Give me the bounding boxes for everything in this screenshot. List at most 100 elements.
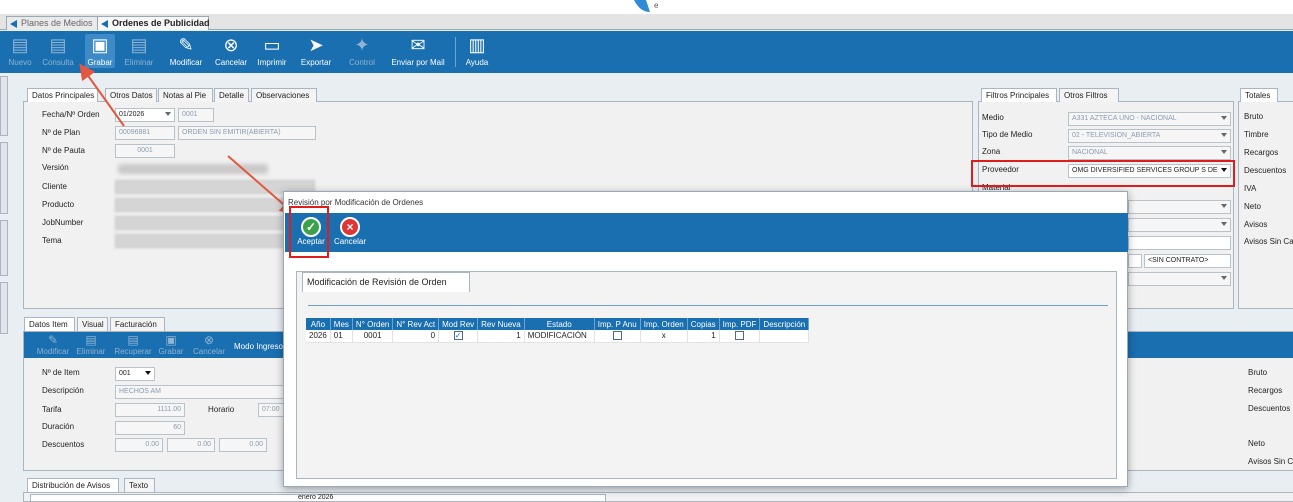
col-mes[interactable]: Mes	[330, 318, 353, 330]
tab-filtros-principales[interactable]: Filtros Principales	[981, 88, 1057, 102]
col-imp-pdf[interactable]: Imp. PDF	[719, 318, 761, 330]
control-button[interactable]: ✦ Control	[342, 34, 382, 68]
filtro-select-5[interactable]	[1128, 200, 1231, 214]
consulta-button[interactable]: ▤ Consulta	[40, 34, 76, 68]
col-rev-act[interactable]: N° Rev Act	[392, 318, 440, 330]
table-row[interactable]: 2026 01 0001 0 ✓ 1 MODIFICACIÓN x 1	[306, 330, 810, 343]
imprimir-button[interactable]: ▭ Imprimir	[252, 34, 292, 68]
tab-observaciones[interactable]: Observaciones	[251, 88, 317, 102]
cell-rev-act: 0	[392, 330, 440, 343]
jobnumber-redacted[interactable]	[115, 216, 285, 230]
medio-select[interactable]: A331 AZTECA UNO - NACIONAL	[1068, 112, 1231, 126]
total-recargos-label: Recargos	[1244, 148, 1279, 157]
producto-redacted[interactable]	[115, 198, 285, 212]
tab-modificacion-revision[interactable]: Modificación de Revisión de Orden	[302, 272, 470, 292]
cell-mod-rev[interactable]: ✓	[438, 330, 479, 343]
mod-rev-checkbox[interactable]: ✓	[453, 331, 463, 341]
tab-notas-al-pie[interactable]: Notas al Pie	[158, 88, 213, 102]
filtro-select-6[interactable]	[1128, 218, 1231, 232]
horario-field[interactable]: 07:00	[258, 403, 285, 417]
cell-imp-orden[interactable]: x	[640, 330, 688, 343]
imp-p-anu-checkbox[interactable]	[612, 331, 622, 341]
side-tabs	[0, 76, 8, 502]
descuento-1-field[interactable]: 0.00	[115, 438, 163, 452]
chevron-down-icon	[145, 371, 151, 375]
modificar-button[interactable]: ✎ Modificar	[162, 34, 210, 68]
tab-ordenes-de-publicidad[interactable]: Ordenes de Publicidad	[97, 16, 210, 30]
top-strip: e	[0, 0, 1293, 14]
imp-pdf-checkbox[interactable]	[735, 331, 745, 341]
cell-rev-nueva: 1	[477, 330, 525, 343]
col-imp-orden[interactable]: Imp. Orden	[640, 318, 688, 330]
item-recuperar-button[interactable]: ▤ Recuperar	[112, 333, 154, 357]
contrato-code-field[interactable]	[1128, 254, 1142, 268]
tab-totales[interactable]: Totales	[1240, 88, 1278, 102]
cell-imp-pdf[interactable]	[719, 330, 761, 343]
descripcion-field[interactable]: HECHOS AM	[115, 385, 285, 399]
nuevo-button[interactable]: ▤ Nuevo	[4, 34, 36, 68]
tema-redacted[interactable]	[115, 234, 285, 248]
descuentos-label: Descuentos	[42, 440, 85, 449]
item-cancelar-button[interactable]: ⊗ Cancelar	[190, 333, 228, 357]
orden-field[interactable]: 0001	[178, 108, 214, 122]
tarifa-field[interactable]: 1111.00	[115, 403, 185, 417]
item-bruto-label: Bruto	[1248, 368, 1268, 377]
calendar-month-label: enero 2026	[298, 494, 334, 501]
col-anio[interactable]: Año	[306, 318, 331, 330]
col-mod-rev[interactable]: Mod Rev	[438, 318, 479, 330]
pauta-field[interactable]: 0001	[115, 144, 175, 158]
duracion-field[interactable]: 60	[115, 421, 185, 435]
filtro-select-8[interactable]	[1128, 272, 1231, 286]
col-nro-orden[interactable]: N° Orden	[352, 318, 394, 330]
item-eliminar-button[interactable]: ▤ Eliminar	[74, 333, 108, 357]
item-neto-label: Neto	[1248, 439, 1265, 448]
fecha-select[interactable]: 01/2026	[115, 108, 175, 122]
item-avisos-sin-ca-label: Avisos Sin Ca	[1248, 457, 1293, 466]
exportar-button[interactable]: ➤ Exportar	[292, 34, 340, 68]
tab-detalle[interactable]: Detalle	[214, 88, 249, 102]
enviar-por-mail-button[interactable]: ✉ Enviar por Mail	[384, 34, 452, 68]
cancelar-button[interactable]: ⊗ Cancelar	[212, 34, 250, 68]
tab-facturacion[interactable]: Facturación	[110, 317, 165, 331]
zona-select[interactable]: NACIONAL	[1068, 146, 1231, 160]
item-modificar-button[interactable]: ✎ Modificar	[34, 333, 72, 357]
tab-otros-filtros[interactable]: Otros Filtros	[1059, 88, 1119, 102]
side-tab-4[interactable]	[0, 282, 8, 334]
descripcion-label: Descripción	[42, 386, 84, 395]
tab-otros-datos[interactable]: Otros Datos	[105, 88, 157, 102]
toolbar-separator	[455, 37, 456, 67]
nro-item-select[interactable]: 001	[115, 367, 155, 381]
grabar-button[interactable]: ▣ Grabar	[85, 34, 115, 68]
plan-field[interactable]: 00096881	[115, 126, 175, 140]
tab-distribucion-de-avisos[interactable]: Distribución de Avisos	[27, 478, 119, 492]
delete-doc-icon: ▤	[130, 35, 148, 55]
item-grabar-button[interactable]: ▣ Grabar	[156, 333, 186, 357]
col-estado[interactable]: Estado	[524, 318, 595, 330]
col-rev-nueva[interactable]: Rev Nueva	[477, 318, 525, 330]
side-tab-2[interactable]	[0, 142, 8, 214]
dialog-cancelar-button[interactable]: × Cancelar	[333, 217, 367, 246]
eliminar-button[interactable]: ▤ Eliminar	[122, 34, 156, 68]
tab-visual[interactable]: Visual	[77, 317, 108, 331]
dialog-body	[296, 271, 1117, 479]
tab-planes-de-medios[interactable]: Planes de Medios	[6, 16, 98, 30]
cell-imp-p-anu[interactable]	[594, 330, 641, 343]
col-copias[interactable]: Copias	[687, 318, 720, 330]
tab-texto[interactable]: Texto	[124, 478, 155, 492]
chevron-down-icon	[165, 112, 171, 116]
filtro-field-7[interactable]	[1128, 236, 1231, 250]
ayuda-button[interactable]: ▥ Ayuda	[462, 34, 492, 68]
tab-datos-principales[interactable]: Datos Principales	[27, 88, 98, 102]
col-descripcion[interactable]: Descripción	[759, 318, 810, 330]
descuento-2-field[interactable]: 0.00	[167, 438, 215, 452]
total-avisos-label: Avisos	[1244, 220, 1268, 229]
col-imp-p-anu[interactable]: Imp. P Anu	[594, 318, 641, 330]
side-tab-1[interactable]	[0, 76, 8, 136]
tipo-medio-label: Tipo de Medio	[982, 130, 1033, 139]
proveedor-highlight	[971, 160, 1235, 187]
tipo-medio-select[interactable]: 02 - TELEVISION_ABIERTA	[1068, 129, 1231, 143]
nro-item-label: Nº de Item	[42, 368, 80, 377]
tab-datos-item[interactable]: Datos Item	[24, 317, 75, 331]
descuento-3-field[interactable]: 0.00	[219, 438, 267, 452]
side-tab-3[interactable]	[0, 220, 8, 276]
